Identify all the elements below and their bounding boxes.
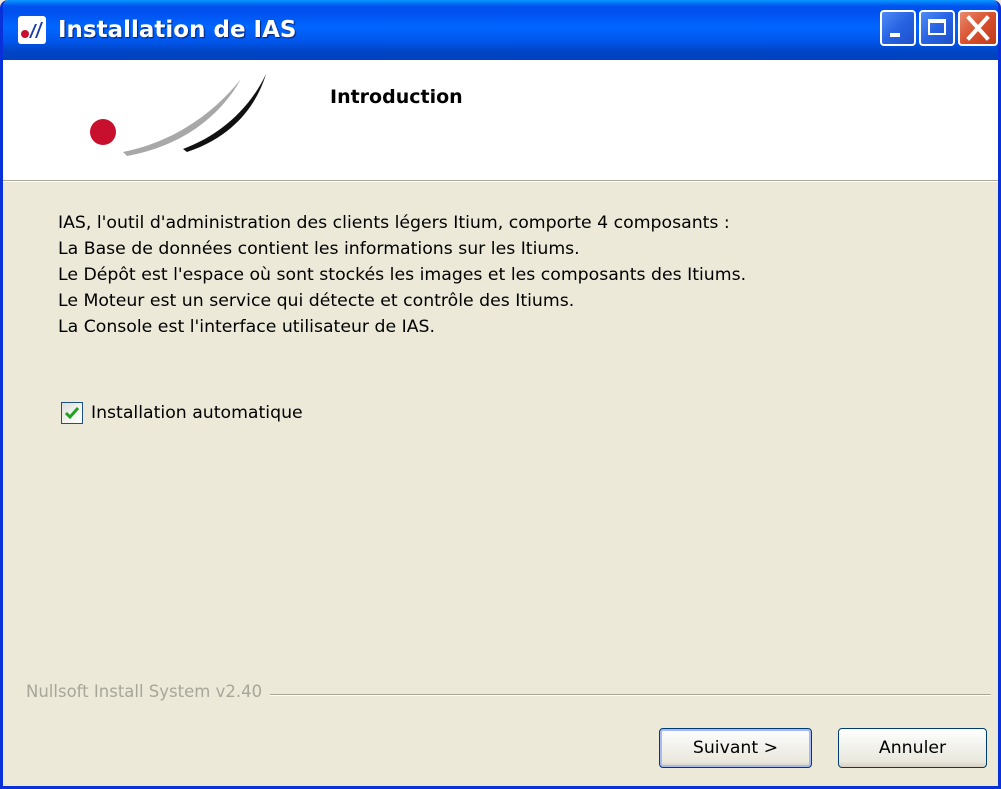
branding-text: Nullsoft Install System v2.40 — [26, 682, 271, 701]
maximize-icon — [928, 19, 946, 35]
page-title: Introduction — [330, 86, 463, 108]
ias-logo-icon — [18, 16, 46, 44]
ias-swoosh-logo — [90, 74, 266, 156]
description-line: La Console est l'interface utilisateur d… — [58, 317, 435, 337]
description-line: Le Moteur est un service qui détecte et … — [58, 291, 575, 311]
description-line: Le Dépôt est l'espace où sont stockés le… — [58, 265, 747, 285]
checkmark-icon — [64, 407, 80, 420]
title-bar[interactable]: Installation de IAS — [3, 0, 998, 60]
auto-install-label[interactable]: Installation automatique — [91, 403, 303, 423]
minimize-icon — [890, 33, 900, 37]
description-line: La Base de données contient les informat… — [58, 239, 580, 259]
next-button[interactable]: Suivant > — [659, 728, 812, 768]
maximize-button[interactable] — [919, 10, 955, 46]
minimize-button[interactable] — [880, 10, 916, 46]
cancel-button[interactable]: Annuler — [838, 728, 987, 768]
description-line: IAS, l'outil d'administration des client… — [58, 213, 730, 233]
wizard-header: Introduction — [3, 60, 998, 181]
auto-install-checkbox[interactable] — [61, 402, 83, 424]
description-text: IAS, l'outil d'administration des client… — [58, 210, 746, 340]
close-icon — [966, 15, 990, 41]
close-button[interactable] — [958, 10, 998, 46]
auto-install-option[interactable]: Installation automatique — [61, 399, 303, 427]
installer-window: Installation de IAS Introduction IAS, l'… — [0, 0, 1001, 789]
window-title: Installation de IAS — [58, 17, 297, 43]
